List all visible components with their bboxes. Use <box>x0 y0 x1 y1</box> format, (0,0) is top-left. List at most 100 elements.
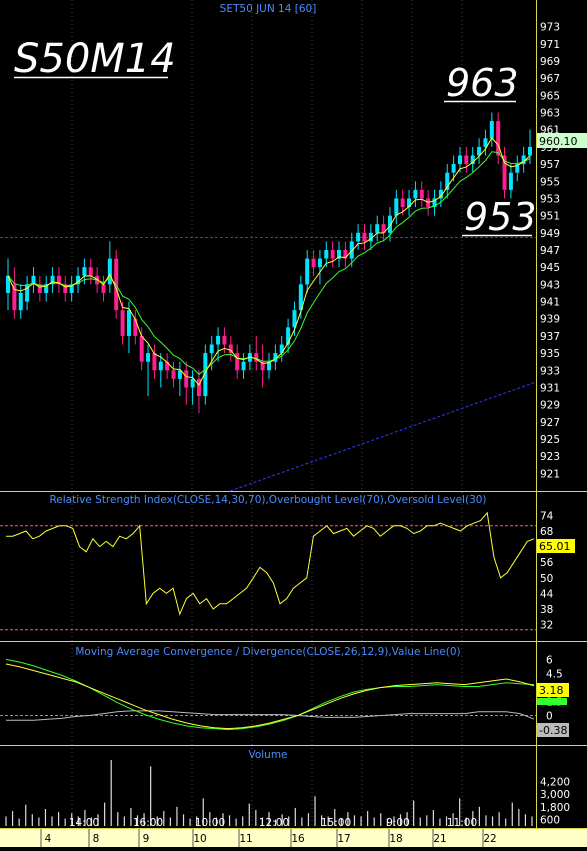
candle-body <box>133 318 138 336</box>
candle-body <box>190 378 195 388</box>
macd-tick-label: 0 <box>546 711 553 723</box>
candle-body <box>464 155 469 165</box>
histogram-value-tag: -0.38 <box>537 723 569 737</box>
candle-body <box>528 146 532 156</box>
rsi-tick-label: 38 <box>540 604 553 616</box>
price-tick-label: 925 <box>540 434 560 446</box>
price-tick-label: 965 <box>540 90 560 102</box>
price-tick-label: 937 <box>540 331 560 343</box>
price-tick-label: 927 <box>540 417 560 429</box>
candle-body <box>184 370 189 388</box>
price-tick-label: 943 <box>540 279 560 291</box>
signal-value-tag <box>537 698 567 705</box>
candle-body <box>324 250 329 259</box>
candle-body <box>158 361 163 371</box>
candle-body <box>317 258 322 268</box>
candle-body <box>101 284 106 293</box>
price-tick-label: 945 <box>540 262 560 274</box>
candle-body <box>419 189 424 199</box>
day-label: 4 <box>45 833 52 845</box>
volume-tick-label: 4,200 <box>540 776 570 788</box>
volume-title: Volume <box>248 749 287 761</box>
symbol-watermark: S50M14 <box>14 36 176 82</box>
candle-body <box>356 232 361 242</box>
time-label: 9:00 <box>386 817 410 829</box>
last-price-tag: 960.10 <box>537 133 587 148</box>
candle-body <box>330 250 335 259</box>
candle-body <box>457 155 462 165</box>
candle-body <box>413 189 418 199</box>
rsi-tick-label: 32 <box>540 620 553 632</box>
candle-body <box>400 198 405 208</box>
high-annotation: 963 <box>446 61 519 105</box>
candle-body <box>171 370 176 379</box>
rsi-tick-label: 74 <box>540 510 554 522</box>
rsi-value-tag: 65.01 <box>537 539 575 553</box>
candle-body <box>222 335 227 345</box>
price-tick-label: 953 <box>540 193 560 205</box>
price-tick-label: 947 <box>540 245 560 257</box>
day-label: 11 <box>239 833 252 845</box>
price-tick-label: 929 <box>540 400 560 412</box>
rsi-tick-label: 44 <box>540 588 554 600</box>
day-label: 8 <box>93 833 100 845</box>
day-label: 9 <box>143 833 150 845</box>
candle-body <box>82 267 87 276</box>
price-tick-label: 941 <box>540 297 560 309</box>
price-tick-label: 955 <box>540 176 560 188</box>
chart-title: SET50 JUN 14 [60] <box>220 3 317 15</box>
day-label: 17 <box>337 833 350 845</box>
candle-body <box>12 284 17 311</box>
time-label: 11:00 <box>447 817 477 829</box>
macd-tick-label: 6 <box>546 654 553 666</box>
chart-window: SET50 JUN 14 [60] S50M14 963 953 973 971 9… <box>0 0 587 847</box>
candle-body <box>120 310 125 336</box>
candle-body <box>146 353 151 362</box>
candle-body <box>508 172 513 190</box>
rsi-tick-label: 56 <box>540 557 554 569</box>
macd-value-tag: 3.18 <box>537 683 569 697</box>
candle-body <box>311 258 316 268</box>
time-label: 15:00 <box>321 817 351 829</box>
price-tick-label: 963 <box>540 108 560 120</box>
candle-body <box>209 344 214 354</box>
day-label: 16 <box>291 833 305 845</box>
price-tick-label: 939 <box>540 314 560 326</box>
price-tick-label: 967 <box>540 73 560 85</box>
candle-body <box>362 232 367 242</box>
day-label: 22 <box>483 833 496 845</box>
candle-body <box>126 310 131 336</box>
volume-tick-label: 600 <box>540 815 560 827</box>
candle-body <box>394 198 399 216</box>
time-label: 12:00 <box>259 817 289 829</box>
macd-tick-label: 4.5 <box>546 668 563 680</box>
price-tick-label: 933 <box>540 365 560 377</box>
candle-body <box>107 258 112 285</box>
candle-body <box>216 335 221 345</box>
day-label: 21 <box>433 833 446 845</box>
candle-body <box>139 335 144 362</box>
time-label: 10:00 <box>195 817 225 829</box>
candle-body <box>305 258 310 285</box>
candle-body <box>18 292 23 311</box>
price-tick-label: 923 <box>540 451 560 463</box>
candle-body <box>88 267 93 276</box>
price-tick-label: 935 <box>540 348 560 360</box>
rsi-tick-label: 50 <box>540 573 553 585</box>
rsi-title: Relative Strength Index(CLOSE,14,30,70),… <box>49 494 486 506</box>
price-tick-label: 969 <box>540 56 560 68</box>
last-price-label: 960.10 <box>539 135 578 148</box>
price-tick-label: 951 <box>540 211 560 223</box>
candle-body <box>489 121 494 139</box>
macd-value-label: 3.18 <box>539 684 564 697</box>
time-label: 14:00 <box>69 817 99 829</box>
day-label: 18 <box>389 833 402 845</box>
candle-body <box>451 164 456 173</box>
volume-tick-label: 1,800 <box>540 802 570 814</box>
price-tick-label: 971 <box>540 39 560 51</box>
time-label: 16:00 <box>133 817 163 829</box>
low-annotation: 953 <box>464 195 537 239</box>
macd-title: Moving Average Convergence / Divergence(… <box>75 646 460 658</box>
histogram-value-label: -0.38 <box>539 724 567 737</box>
price-tick-label: 949 <box>540 228 560 240</box>
